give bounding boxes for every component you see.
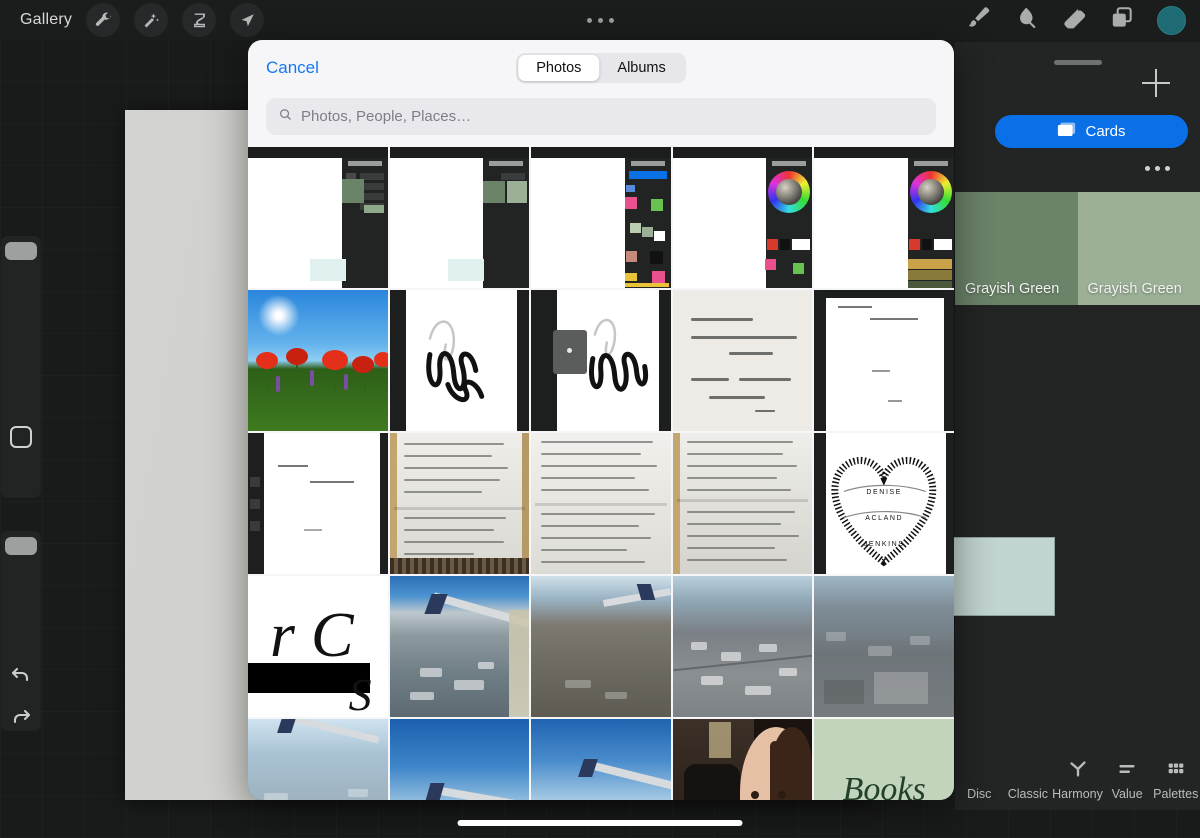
top-toolbar: Gallery [0,0,1200,40]
script-text-2: S [348,669,372,717]
photo-thumbnail[interactable] [389,719,530,800]
modify-button[interactable] [10,426,32,448]
photo-thumbnail[interactable] [531,290,671,431]
redo-icon[interactable] [9,704,33,728]
photo-thumbnail[interactable] [248,290,388,431]
opacity-thumb[interactable] [5,537,37,555]
value-icon [1116,758,1138,780]
tab-harmony-label: Harmony [1052,787,1103,801]
smudge-icon[interactable] [1013,5,1039,36]
photo-thumbnail[interactable] [389,147,530,288]
paintbrush-icon[interactable] [965,5,991,36]
tab-harmony[interactable]: Harmony [1052,758,1103,801]
tab-value-label: Value [1111,787,1143,801]
books-label: Books [842,770,926,801]
transform-arrow-icon[interactable] [230,3,265,37]
selection-icon[interactable] [182,3,217,37]
brush-size-thumb[interactable] [5,242,37,260]
photo-thumbnail[interactable] [672,433,813,574]
photo-thumbnail[interactable] [672,719,813,800]
home-indicator[interactable] [457,820,743,826]
brush-size-slider[interactable] [1,236,41,498]
photo-picker-header: Cancel Photos Albums [248,40,954,98]
add-palette-icon[interactable] [1142,69,1170,97]
tab-disc[interactable]: Disc [955,758,1004,801]
photo-grid: DENISE ACLAND JENKINS r C S Books [248,147,954,800]
current-color-swatch[interactable] [1157,5,1186,35]
selected-color-swatch[interactable] [940,537,1055,616]
photo-thumbnail[interactable] [389,433,530,574]
photo-thumbnail[interactable] [531,576,671,717]
cards-icon [1057,122,1076,142]
photo-thumbnail[interactable] [672,576,813,717]
photo-thumbnail[interactable] [814,290,954,431]
palette-swatch-label: Grayish Green [965,281,1060,297]
undo-icon[interactable] [9,662,33,686]
tab-palettes[interactable]: Palettes [1151,758,1200,801]
left-toolbar [0,236,42,736]
photo-thumbnail[interactable]: DENISE ACLAND JENKINS [814,433,954,574]
color-panel-tabs: Disc Classic Harmony Value Palettes [955,752,1200,810]
palettes-icon [1165,758,1187,780]
cards-label: Cards [1085,123,1126,140]
photo-thumbnail[interactable] [672,147,813,288]
wrench-icon[interactable] [86,3,121,37]
source-segmented-control: Photos Albums [516,53,686,83]
photo-thumbnail[interactable] [672,290,813,431]
heart-name: DENISE [866,489,903,496]
palette-menu-icon[interactable] [955,148,1200,192]
palette-swatch[interactable]: Grayish Green [1077,192,1200,305]
top-right-tools [965,5,1186,36]
photo-thumbnail[interactable]: Books [814,719,954,800]
search-placeholder: Photos, People, Places… [301,108,472,125]
tab-value[interactable]: Value [1103,758,1152,801]
harmony-icon [1067,758,1089,780]
palette-swatch[interactable]: Grayish Green [955,192,1078,305]
photo-thumbnail[interactable] [389,290,530,431]
palette-swatch-label: Grayish Green [1087,281,1182,297]
tab-photos[interactable]: Photos [518,55,600,81]
heart-name: ACLAND [865,515,904,522]
tab-albums[interactable]: Albums [599,55,683,81]
photo-thumbnail[interactable] [531,433,671,574]
script-text: r C [270,598,354,670]
cancel-button[interactable]: Cancel [266,58,319,78]
heart-name: JENKINS [863,541,905,548]
tab-disc-label: Disc [967,787,992,801]
cards-button[interactable]: Cards [995,115,1188,148]
photo-thumbnail[interactable] [531,147,671,288]
photo-thumbnail[interactable] [248,719,388,800]
photo-thumbnail[interactable] [389,576,530,717]
photo-thumbnail[interactable] [248,433,388,574]
gallery-button[interactable]: Gallery [20,11,72,29]
color-panel: Cards Grayish Green Grayish Green Disc C… [940,42,1200,810]
photo-picker-modal: Cancel Photos Albums Photos, People, Pla… [248,40,954,800]
eraser-icon[interactable] [1061,5,1087,36]
photo-thumbnail[interactable] [531,719,671,800]
tab-palettes-label: Palettes [1153,787,1199,801]
layers-icon[interactable] [1109,5,1135,36]
tab-classic-label: Classic [1007,787,1049,801]
opacity-slider[interactable] [1,531,41,731]
search-input[interactable]: Photos, People, Places… [266,98,936,135]
search-icon [278,107,293,127]
photo-thumbnail[interactable] [814,576,954,717]
photo-thumbnail[interactable]: r C S [248,576,388,717]
magic-wand-icon[interactable] [134,3,169,37]
photo-thumbnail[interactable] [248,147,388,288]
tab-classic[interactable]: Classic [1004,758,1053,801]
palette-swatch-row: Grayish Green Grayish Green [955,192,1200,305]
photo-thumbnail[interactable] [814,147,954,288]
